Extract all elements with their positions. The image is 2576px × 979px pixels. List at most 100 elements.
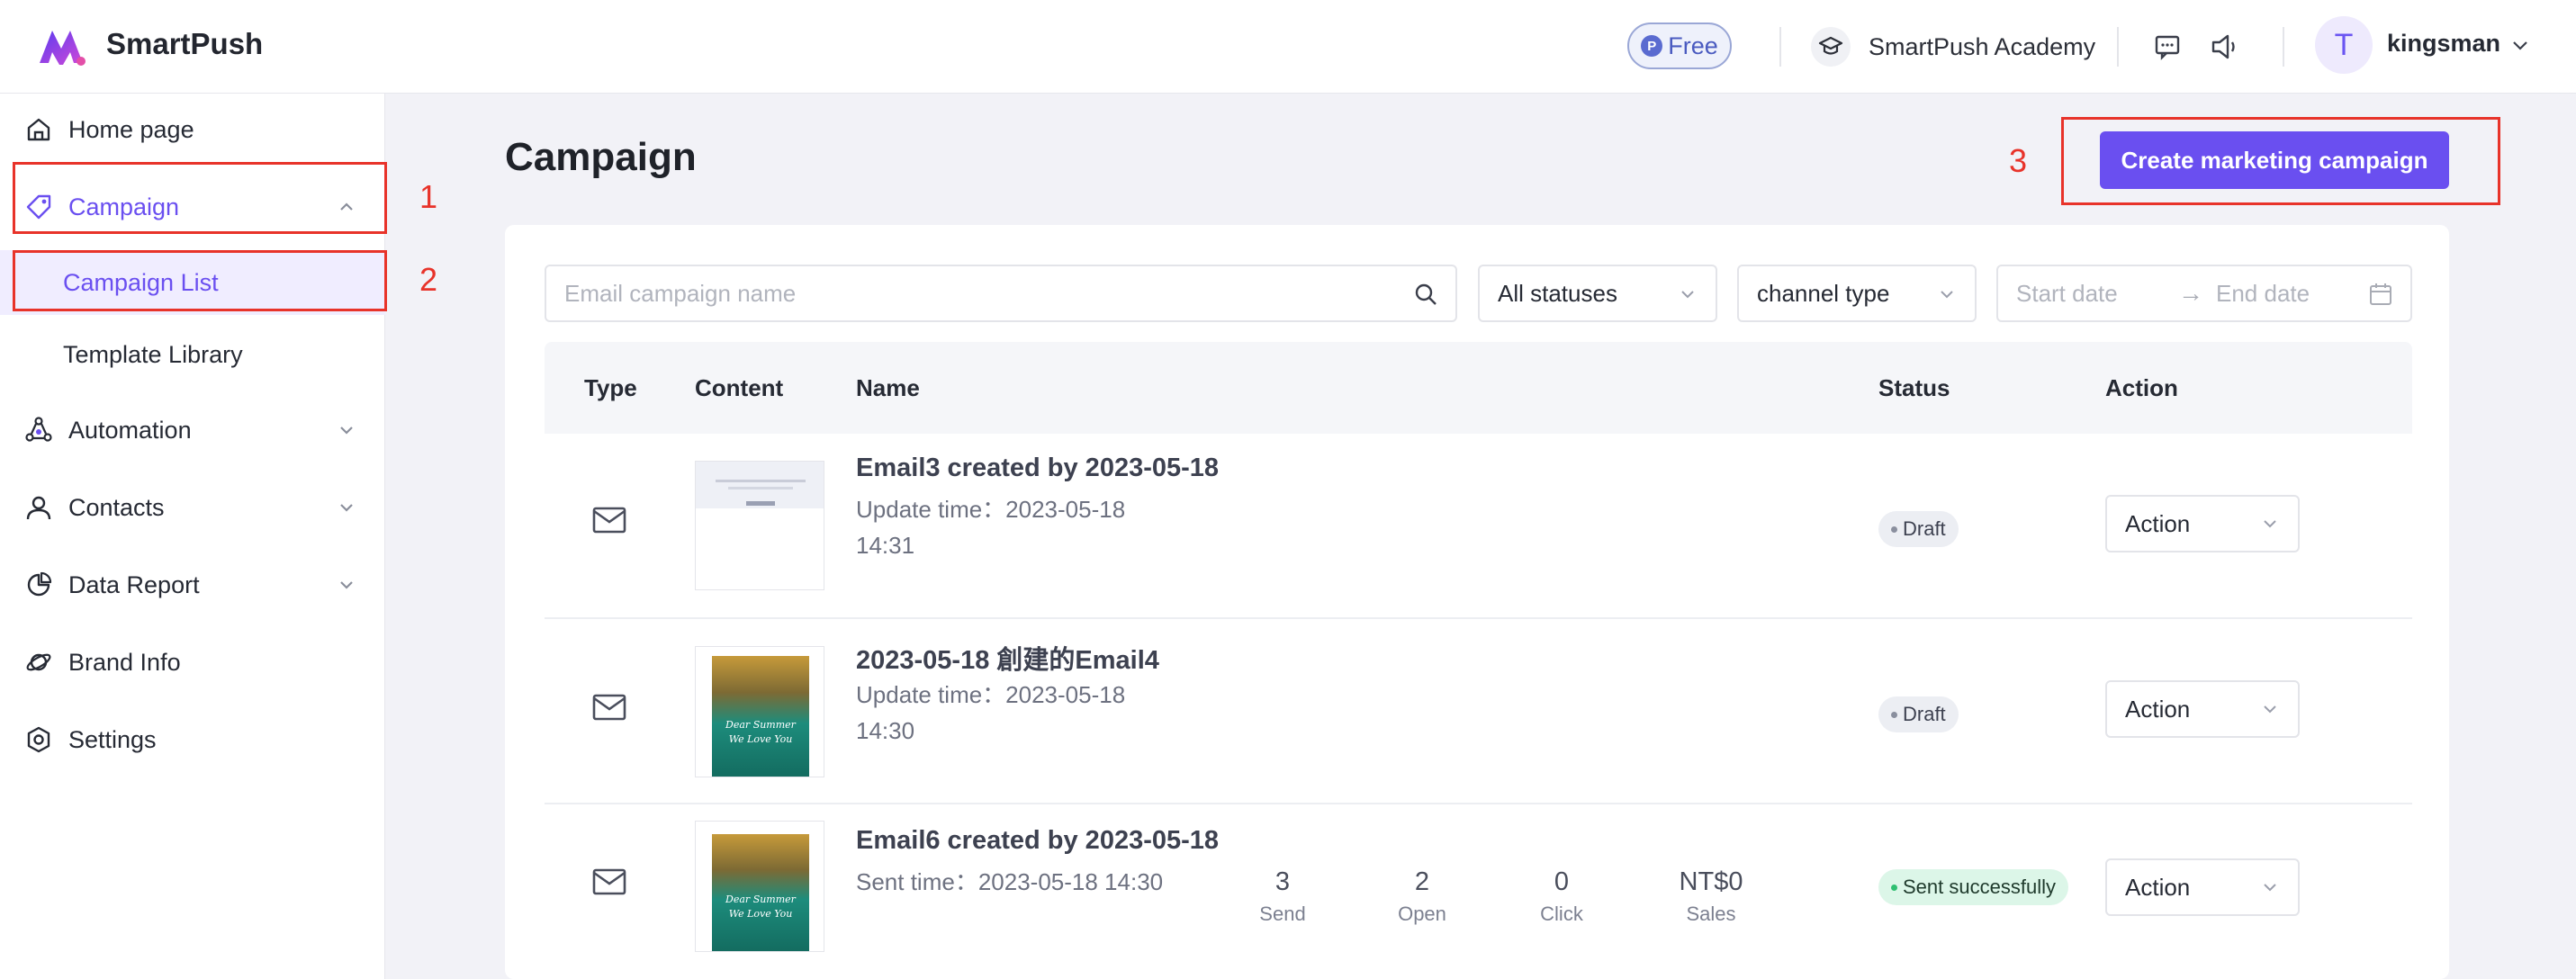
sidebar-item-settings[interactable]: Settings	[0, 704, 385, 776]
tag-icon	[23, 192, 54, 222]
column-header-content: Content	[695, 374, 784, 401]
plan-badge[interactable]: P Free	[1627, 22, 1732, 69]
thumbnail-text: Dear Summer	[725, 719, 796, 731]
gear-icon	[23, 724, 54, 755]
campaign-name[interactable]: 2023-05-18 創建的Email4	[856, 639, 1159, 677]
create-campaign-button[interactable]: Create marketing campaign	[2100, 131, 2449, 189]
sent-time: Sent time：2023-05-18 14:30	[856, 868, 1164, 895]
action-select[interactable]: Action	[2105, 495, 2300, 552]
annotation-number: 2	[419, 261, 438, 298]
sidebar-item-contacts[interactable]: Contacts	[0, 472, 385, 543]
metric-value: 0	[1554, 867, 1570, 896]
search-icon[interactable]	[1412, 281, 1439, 308]
status-dot-icon	[1891, 525, 1897, 533]
channel-type-select[interactable]: channel type	[1737, 265, 1977, 322]
announcement-icon[interactable]	[2207, 29, 2243, 65]
sidebar-item-label: Contacts	[68, 493, 165, 521]
arrow-right-icon: →	[2178, 279, 2203, 307]
metric-value: 2	[1414, 867, 1430, 896]
metric-sales: NT$0 Sales	[1657, 867, 1765, 926]
start-date-placeholder[interactable]: Start date	[2016, 280, 2118, 308]
chevron-down-icon	[2264, 884, 2276, 892]
brand-name: SmartPush	[106, 27, 264, 60]
graduation-cap-icon	[1811, 27, 1851, 67]
thumbnail-text: We Love You	[728, 733, 793, 745]
username[interactable]: kingsman	[2387, 30, 2500, 58]
email-thumbnail[interactable]: Dear Summer We Love You	[695, 821, 824, 952]
sidebar-item-label: Brand Info	[68, 648, 181, 676]
sidebar-item-template-library[interactable]: Template Library	[0, 322, 385, 387]
sidebar-item-automation[interactable]: Automation	[0, 394, 385, 466]
column-header-name: Name	[856, 374, 920, 401]
plan-p-icon: P	[1641, 35, 1663, 57]
thumbnail-text: We Love You	[728, 908, 793, 920]
planet-icon	[23, 647, 54, 678]
action-select-value: Action	[2125, 509, 2191, 537]
academy-label: SmartPush Academy	[1869, 32, 2096, 60]
sidebar-item-label: Data Report	[68, 570, 200, 598]
metric-label: Open	[1398, 903, 1446, 925]
mail-icon	[592, 507, 626, 534]
status-dot-icon	[1891, 884, 1897, 891]
campaign-name[interactable]: Email6 created by 2023-05-18	[856, 826, 1219, 856]
status-dot-icon	[1891, 711, 1897, 718]
sidebar-item-label: Automation	[68, 416, 192, 444]
table-header: Type Content Name Status Action	[545, 342, 2412, 434]
column-header-type: Type	[584, 374, 637, 401]
chevron-down-icon[interactable]	[2509, 34, 2531, 56]
chevron-down-icon	[1941, 291, 1953, 299]
metric-click: 0 Click	[1508, 867, 1616, 926]
status-badge: Sent successfully	[1878, 869, 2068, 905]
table-row[interactable]: Dear Summer We Love You Email6 created b…	[545, 804, 2412, 979]
column-header-status: Status	[1878, 374, 1950, 401]
smartpush-logo-icon[interactable]	[36, 25, 88, 68]
automation-icon	[23, 415, 54, 445]
update-time-clock: 14:31	[856, 532, 915, 559]
sidebar-item-campaign[interactable]: Campaign	[0, 171, 385, 243]
chevron-down-icon	[340, 427, 353, 435]
chevron-down-icon	[340, 504, 353, 512]
header-divider	[2283, 27, 2284, 67]
sidebar: Home page Campaign Campaign List Templat…	[0, 94, 385, 979]
action-select[interactable]: Action	[2105, 680, 2300, 738]
plan-badge-label: Free	[1668, 31, 1718, 59]
metric-value: 3	[1274, 867, 1291, 896]
avatar[interactable]: T	[2315, 16, 2373, 74]
home-icon	[23, 114, 54, 145]
sidebar-item-data-report[interactable]: Data Report	[0, 549, 385, 621]
academy-link[interactable]: SmartPush Academy	[1811, 27, 2095, 67]
search-input[interactable]: Email campaign name	[545, 265, 1457, 322]
sidebar-item-brand-info[interactable]: Brand Info	[0, 626, 385, 698]
feedback-icon[interactable]	[2149, 29, 2185, 65]
email-thumbnail[interactable]	[695, 461, 824, 590]
table-row[interactable]: Email3 created by 2023-05-18 Update time…	[545, 434, 2412, 619]
sidebar-item-campaign-list[interactable]: Campaign List	[0, 250, 385, 315]
metric-label: Click	[1540, 903, 1583, 925]
search-placeholder: Email campaign name	[564, 279, 797, 307]
date-range-picker[interactable]: Start date → End date	[1996, 265, 2412, 322]
metric-send: 3 Send	[1229, 867, 1337, 926]
page-title: Campaign	[505, 135, 697, 179]
email-thumbnail[interactable]: Dear Summer We Love You	[695, 646, 824, 777]
metric-open: 2 Open	[1368, 867, 1476, 926]
column-header-action: Action	[2105, 374, 2178, 401]
sidebar-item-home[interactable]: Home page	[0, 94, 385, 166]
action-select-value: Action	[2125, 873, 2191, 901]
campaign-name[interactable]: Email3 created by 2023-05-18	[856, 454, 1219, 483]
status-select[interactable]: All statuses	[1478, 265, 1717, 322]
sidebar-item-label: Campaign	[68, 193, 180, 220]
end-date-placeholder[interactable]: End date	[2216, 280, 2310, 308]
sidebar-item-label: Settings	[68, 725, 157, 753]
calendar-icon[interactable]	[2367, 281, 2394, 308]
status-badge: Draft	[1878, 511, 1959, 547]
table-row[interactable]: Dear Summer We Love You 2023-05-18 創建的Em…	[545, 619, 2412, 804]
pie-chart-icon	[23, 570, 54, 600]
thumbnail-text: Dear Summer	[725, 894, 796, 905]
status-label: Sent successfully	[1903, 876, 2056, 898]
channel-select-value: channel type	[1757, 279, 1890, 307]
person-icon	[23, 492, 54, 523]
action-select[interactable]: Action	[2105, 858, 2300, 916]
metric-label: Sales	[1686, 903, 1736, 925]
status-label: Draft	[1903, 703, 1946, 725]
chevron-down-icon	[2264, 520, 2276, 528]
